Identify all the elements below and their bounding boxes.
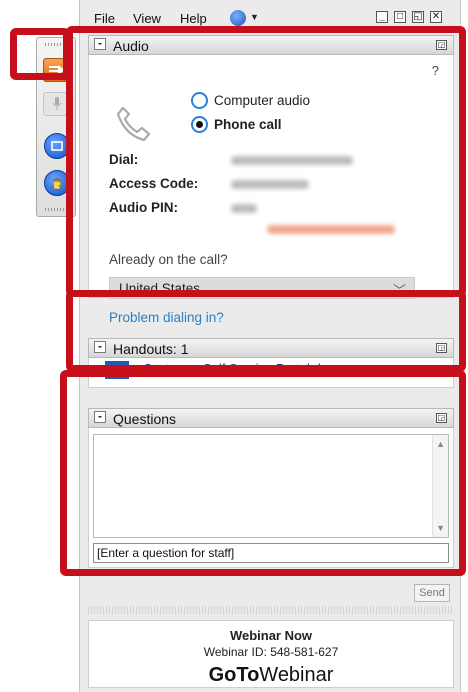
highlight-toolbar-button [10, 28, 70, 80]
popout-button[interactable]: ◱ [412, 11, 424, 23]
send-button[interactable]: Send [414, 584, 450, 602]
language-caret-icon[interactable]: ▼ [250, 12, 259, 22]
menu-view[interactable]: View [133, 11, 161, 26]
toolbar-grip-bottom [45, 208, 67, 211]
highlight-handouts-area [66, 290, 466, 372]
hand-icon [52, 177, 62, 190]
webinar-footer: Webinar Now Webinar ID: 548-581-627 GoTo… [88, 620, 454, 688]
webinar-title: Webinar Now [229, 628, 313, 643]
close-button[interactable]: ✕ [430, 11, 442, 23]
maximize-button[interactable]: □ [394, 11, 406, 23]
menu-help[interactable]: Help [180, 11, 207, 26]
minimize-button[interactable]: _ [376, 11, 388, 23]
resize-grip[interactable] [88, 606, 454, 614]
screen-icon [51, 141, 63, 151]
microphone-icon [52, 97, 62, 110]
globe-icon[interactable] [230, 10, 246, 26]
highlight-audio-panel [66, 26, 466, 297]
menu-file[interactable]: File [94, 11, 115, 26]
webinar-id: Webinar ID: 548-581-627 [203, 645, 339, 659]
highlight-questions-panel [60, 370, 466, 576]
gotowebinar-logo: GoToWebinar [208, 664, 334, 686]
